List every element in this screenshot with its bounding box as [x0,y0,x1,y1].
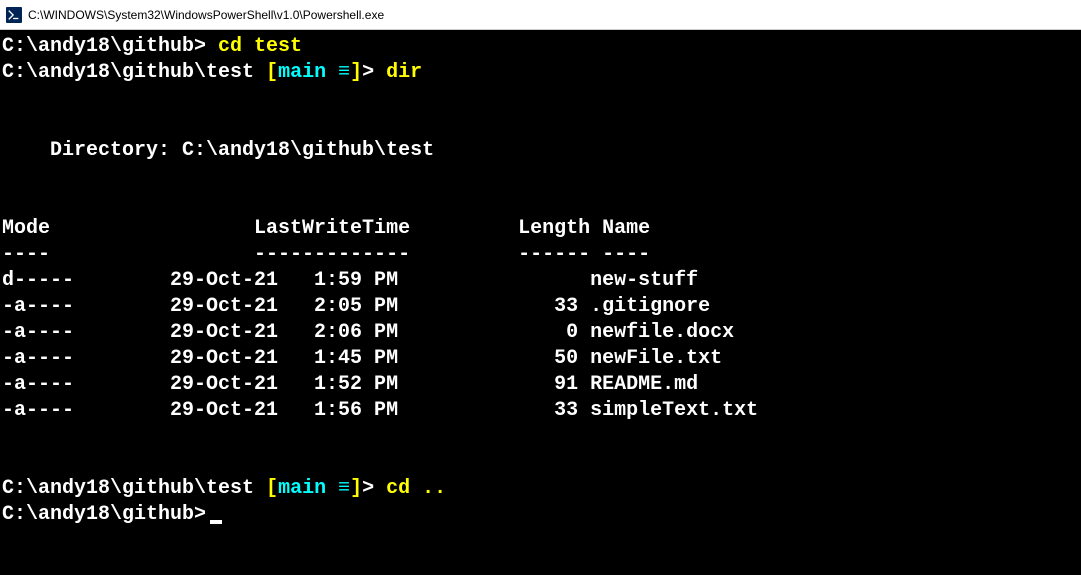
output-blank [2,164,1079,190]
window-titlebar: C:\WINDOWS\System32\WindowsPowerShell\v1… [0,0,1081,30]
bracket-close: ] [350,60,362,86]
powershell-icon [6,7,22,23]
bracket-open: [ [266,60,278,86]
output-blank [2,112,1079,138]
prompt-path: C:\andy18\github\test [2,476,266,502]
prompt-line: C:\andy18\github\test [ main ≡ ] > cd .. [2,476,1079,502]
cursor [210,520,222,524]
output-blank [2,450,1079,476]
prompt-arrow: > [362,476,374,502]
table-row: -a---- 29-Oct-21 2:05 PM 33 .gitignore [2,294,1079,320]
table-row: d----- 29-Oct-21 1:59 PM new-stuff [2,268,1079,294]
table-header: Mode LastWriteTime Length Name [2,216,1079,242]
prompt-path: C:\andy18\github> [2,34,206,60]
table-row: -a---- 29-Oct-21 1:56 PM 33 simpleText.t… [2,398,1079,424]
git-branch: main ≡ [278,60,350,86]
bracket-open: [ [266,476,278,502]
prompt-path: C:\andy18\github> [2,502,206,528]
table-row: -a---- 29-Oct-21 1:45 PM 50 newFile.txt [2,346,1079,372]
prompt-line: C:\andy18\github\test [ main ≡ ] > dir [2,60,1079,86]
prompt-path: C:\andy18\github\test [2,60,266,86]
table-row: -a---- 29-Oct-21 2:06 PM 0 newfile.docx [2,320,1079,346]
prompt-arrow: > [362,60,374,86]
window-title: C:\WINDOWS\System32\WindowsPowerShell\v1… [28,8,384,22]
table-row: -a---- 29-Oct-21 1:52 PM 91 README.md [2,372,1079,398]
table-divider: ---- ------------- ------ ---- [2,242,1079,268]
terminal-area[interactable]: C:\andy18\github> cd test C:\andy18\gith… [0,30,1081,532]
command-text: cd .. [374,476,446,502]
output-blank [2,86,1079,112]
command-text: cd test [206,34,302,60]
prompt-line: C:\andy18\github> [2,502,1079,528]
git-branch: main ≡ [278,476,350,502]
bracket-close: ] [350,476,362,502]
output-blank [2,190,1079,216]
directory-label: Directory: C:\andy18\github\test [2,138,1079,164]
output-blank [2,424,1079,450]
command-text: dir [374,60,422,86]
prompt-line: C:\andy18\github> cd test [2,34,1079,60]
